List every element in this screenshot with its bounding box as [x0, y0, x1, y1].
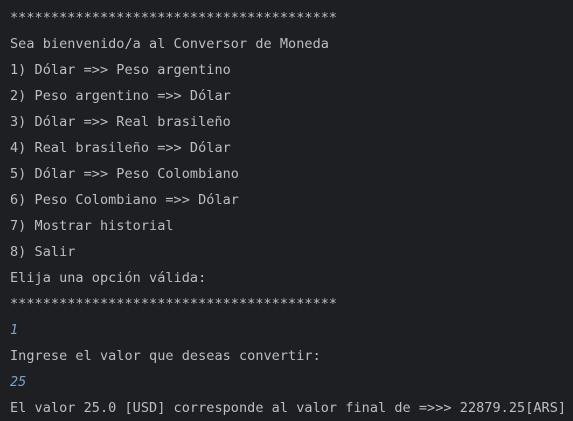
- value-prompt: Ingrese el valor que deseas convertir:: [10, 348, 321, 364]
- menu-option-3: 3) Dólar =>> Real brasileño: [10, 114, 231, 130]
- menu-option-2: 2) Peso argentino =>> Dólar: [10, 88, 231, 104]
- user-input-value: 25: [10, 374, 27, 390]
- menu-option-1: 1) Dólar =>> Peso argentino: [10, 62, 231, 78]
- conversion-result: El valor 25.0 [USD] corresponde al valor…: [10, 400, 567, 416]
- menu-option-4: 4) Real brasileño =>> Dólar: [10, 140, 231, 156]
- menu-option-6: 6) Peso Colombiano =>> Dólar: [10, 192, 239, 208]
- user-input-option: 1: [10, 322, 19, 338]
- welcome-message: Sea bienvenido/a al Conversor de Moneda: [10, 36, 329, 52]
- menu-option-7: 7) Mostrar historial: [10, 218, 174, 234]
- separator-line: ****************************************: [10, 10, 338, 26]
- menu-option-5: 5) Dólar =>> Peso Colombiano: [10, 166, 239, 182]
- menu-option-8: 8) Salir: [10, 244, 76, 260]
- console-output[interactable]: ****************************************…: [0, 0, 573, 420]
- option-prompt: Elija una opción válida:: [10, 270, 207, 286]
- separator-line: ****************************************: [10, 296, 338, 312]
